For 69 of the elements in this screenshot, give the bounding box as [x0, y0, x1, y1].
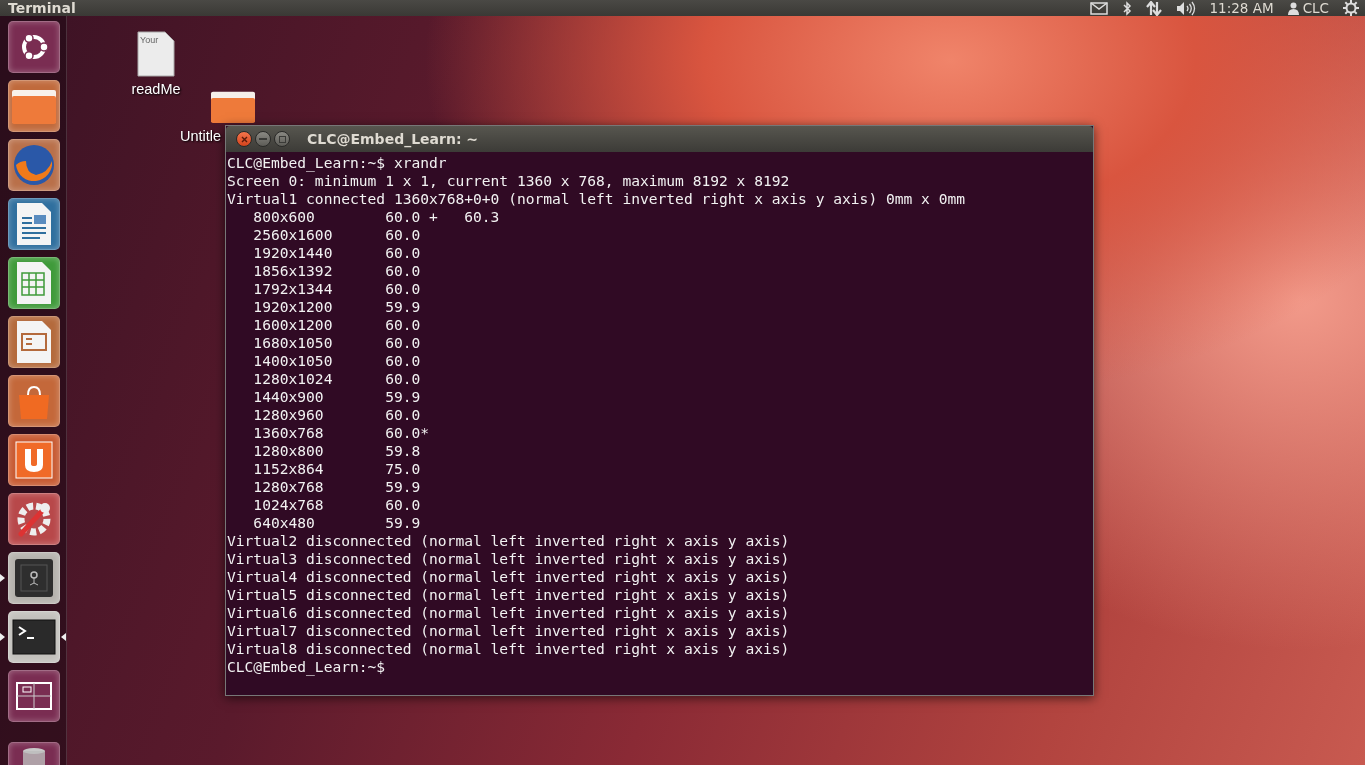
- terminal-output-line: Virtual2 disconnected (normal left inverted right x axis y axis): [227, 532, 791, 550]
- settings-icon[interactable]: [1343, 0, 1359, 16]
- safe-launcher-item[interactable]: [8, 552, 60, 604]
- minimize-icon: [259, 138, 267, 140]
- bluetooth-icon[interactable]: [1121, 0, 1132, 16]
- minimize-button[interactable]: [255, 131, 271, 147]
- document-file-icon[interactable]: [137, 31, 175, 77]
- terminal-output-line: 1792x1344 60.0: [252, 280, 422, 298]
- cloud-launcher-item[interactable]: [8, 434, 60, 486]
- network-arrows-icon[interactable]: [1145, 0, 1162, 16]
- safe-icon: [13, 557, 55, 599]
- terminal-output-line: Virtual5 disconnected (normal left inverted right x axis y axis): [227, 586, 791, 604]
- workspaces-launcher-item[interactable]: [8, 670, 60, 722]
- impress-launcher-item[interactable]: [8, 316, 60, 368]
- file-thumbnail-text: Your: [140, 35, 159, 45]
- folder-icon: [11, 88, 57, 124]
- terminal-output-line: 1600x1200 60.0: [252, 316, 422, 334]
- folder-icon[interactable]: [210, 90, 256, 124]
- maximize-button[interactable]: [274, 131, 290, 147]
- terminal-output-line: 1280x1024 60.0: [252, 370, 422, 388]
- terminal-output-line: Virtual3 disconnected (normal left inverted right x axis y axis): [227, 550, 791, 568]
- close-icon: [240, 135, 248, 143]
- terminal-output-line: Virtual7 disconnected (normal left inverted right x axis y axis): [227, 622, 791, 640]
- app-title: Terminal: [8, 0, 76, 16]
- terminal-output-line: Virtual1 connected 1360x768+0+0 (normal left inverted right x axis y axis) 0mm x 0mm: [227, 190, 967, 208]
- terminal-output-line: 1920x1440 60.0: [252, 244, 422, 262]
- dash-launcher-item[interactable]: [8, 21, 60, 73]
- terminal-output-line: Virtual4 disconnected (normal left inverted right x axis y axis): [227, 568, 791, 586]
- calc-launcher-item[interactable]: [8, 257, 60, 309]
- workspace-grid-icon: [16, 682, 52, 710]
- terminal-output-line: CLC@Embed_Learn:~$ xrandr: [227, 154, 448, 172]
- desktop-icon-label[interactable]: readMe: [131, 81, 181, 97]
- terminal-output-line: CLC@Embed_Learn:~$: [227, 658, 387, 676]
- terminal-output-line: 1152x864 75.0: [252, 460, 422, 478]
- terminal-output-line: 1280x800 59.8: [252, 442, 422, 460]
- u-letter-logo-icon: [15, 441, 53, 479]
- user-name[interactable]: CLC: [1302, 0, 1329, 16]
- presentation-icon: [16, 320, 52, 364]
- terminal-output-line: 1280x768 59.9: [252, 478, 422, 496]
- terminal-output-line: Screen 0: minimum 1 x 1, current 1360 x 768, maximum 8192 x 8192: [227, 172, 791, 190]
- writer-launcher-item[interactable]: [8, 198, 60, 250]
- terminal-output-line: Virtual8 disconnected (normal left inverted right x axis y axis): [227, 640, 791, 658]
- terminal-output-line: 1856x1392 60.0: [252, 262, 422, 280]
- maximize-icon: [278, 135, 286, 143]
- clock[interactable]: 11:28 AM: [1209, 0, 1274, 16]
- terminal-output-line: 640x480 59.9: [252, 514, 422, 532]
- terminal-output-line: 1440x900 59.9: [252, 388, 422, 406]
- terminal-output-line: 2560x1600 60.0: [252, 226, 422, 244]
- terminal-icon: [12, 619, 56, 655]
- terminal-output-line: Virtual6 disconnected (normal left inverted right x axis y axis): [227, 604, 791, 622]
- terminal-output-line: 1920x1200 59.9: [252, 298, 422, 316]
- terminal-output-line: 1024x768 60.0: [252, 496, 422, 514]
- desktop-icon-label[interactable]: Untitle: [180, 128, 222, 144]
- close-button[interactable]: [236, 131, 252, 147]
- terminal-output-line: 1680x1050 60.0: [252, 334, 422, 352]
- terminal-output-line: 1400x1050 60.0: [252, 352, 422, 370]
- mail-icon[interactable]: [1089, 1, 1108, 15]
- volume-icon[interactable]: [1175, 0, 1196, 16]
- terminal-launcher-item[interactable]: [8, 611, 60, 663]
- settings-launcher-item[interactable]: [8, 493, 60, 545]
- user-icon: [1287, 1, 1299, 15]
- files-launcher-item[interactable]: [8, 80, 60, 132]
- text-document-icon: [16, 202, 52, 246]
- window-title: CLC@Embed_Learn: ~: [307, 131, 479, 147]
- terminal-output-line: 800x600 60.0 + 60.3: [252, 208, 501, 226]
- browser-launcher-item[interactable]: [8, 139, 60, 191]
- terminal-output-line: 1280x960 60.0: [252, 406, 422, 424]
- spreadsheet-icon: [16, 261, 52, 305]
- terminal-output-line: 1360x768 60.0*: [252, 424, 431, 442]
